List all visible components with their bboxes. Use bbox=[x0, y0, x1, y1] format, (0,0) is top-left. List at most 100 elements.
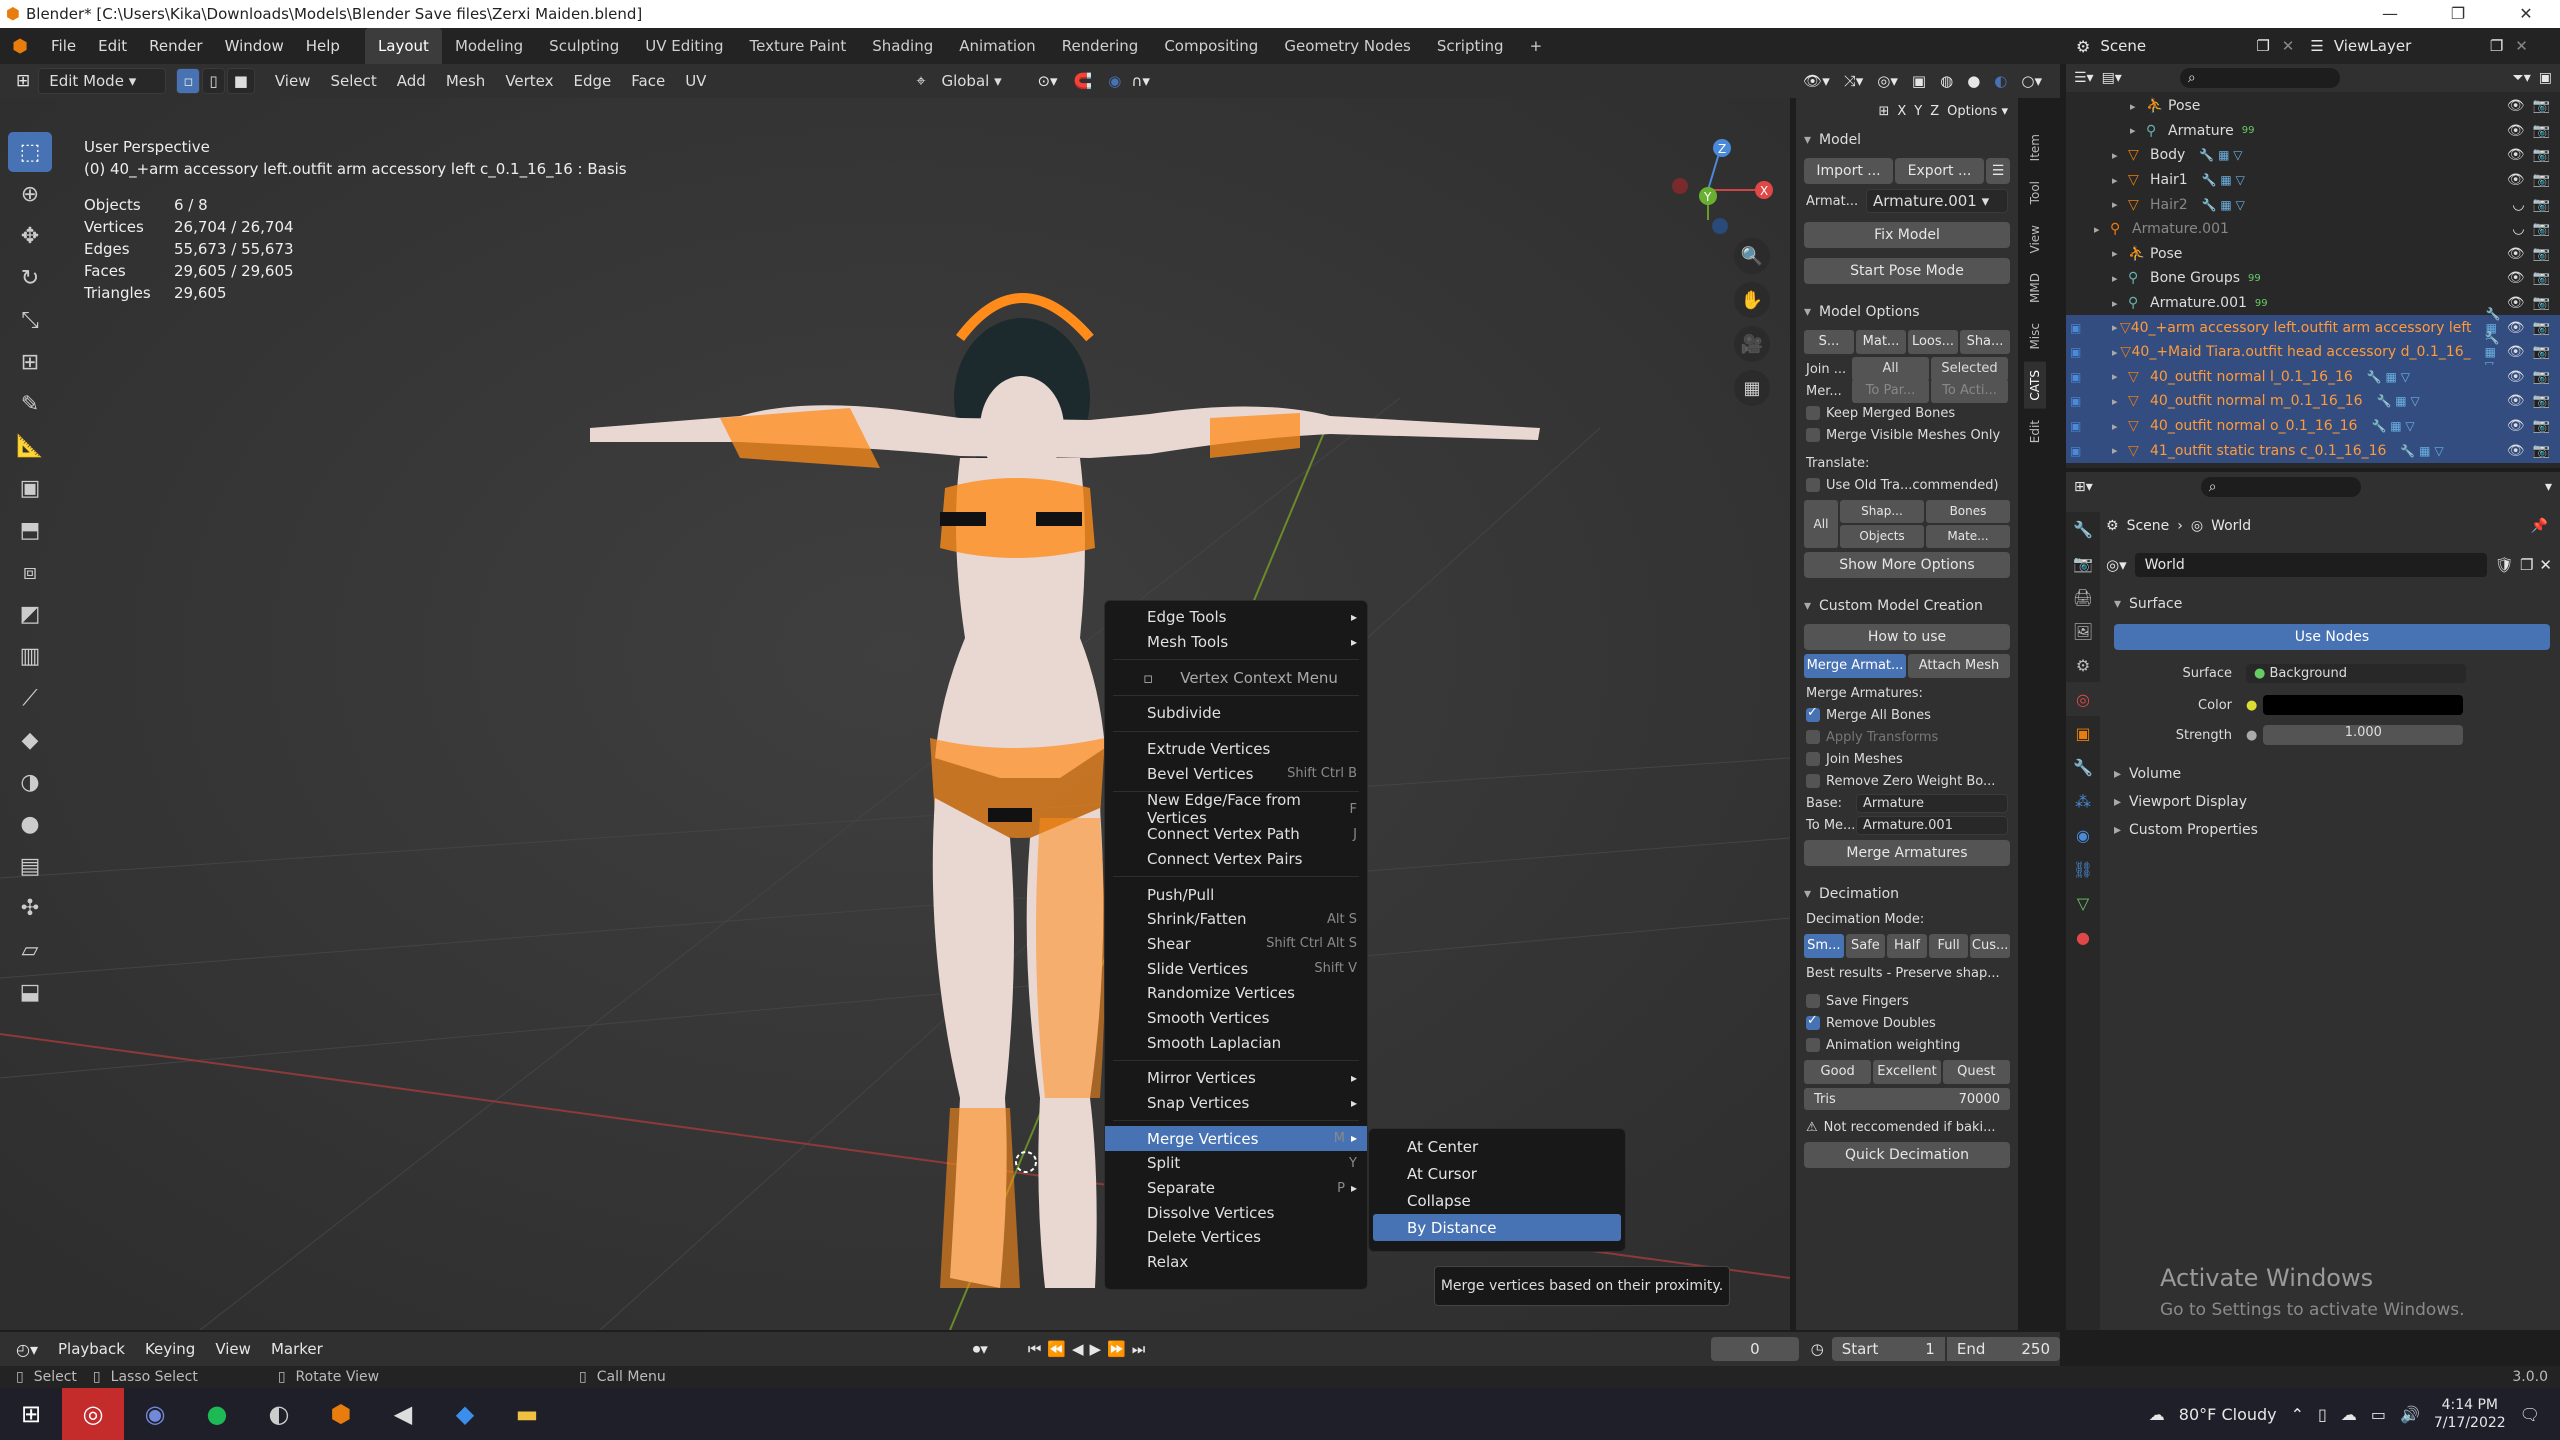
maximize-button[interactable]: ❐ bbox=[2424, 0, 2492, 28]
tab-sculpting[interactable]: Sculpting bbox=[536, 28, 632, 64]
menu-item-relax[interactable]: Relax bbox=[1105, 1250, 1367, 1275]
eye-icon[interactable]: 👁 bbox=[2507, 147, 2525, 163]
axis-x-toggle[interactable]: X bbox=[1897, 104, 1906, 119]
merge-collapse[interactable]: Collapse bbox=[1369, 1187, 1625, 1214]
snap-icon[interactable]: 🧲 bbox=[1074, 72, 1093, 90]
constraints-tab-icon[interactable]: ⛓ bbox=[2066, 852, 2100, 886]
clock-icon[interactable]: ◷ bbox=[1811, 1340, 1824, 1358]
outliner-row[interactable]: ▸ ▽ Hair1 🔧 ▦ ▽ 👁 📷 bbox=[2066, 168, 2560, 193]
edge-slide-icon[interactable]: ▤ bbox=[8, 846, 52, 886]
expand-arrow-icon[interactable]: ▸ bbox=[2112, 247, 2128, 260]
apply-transforms-checkbox[interactable]: Apply Transforms bbox=[1796, 726, 2018, 748]
smooth-icon[interactable]: ● bbox=[8, 804, 52, 844]
tab-compositing[interactable]: Compositing bbox=[1151, 28, 1271, 64]
menu-item-slide-vertices[interactable]: Slide Vertices Shift V bbox=[1105, 956, 1367, 981]
viewport-menu-select[interactable]: Select bbox=[320, 72, 386, 90]
eye-icon[interactable]: 👁 bbox=[2507, 320, 2525, 336]
axis-z-toggle[interactable]: Z bbox=[1930, 104, 1939, 119]
duplicate-icon[interactable]: ❐ bbox=[2520, 556, 2533, 574]
eye-icon[interactable]: 👁 bbox=[2507, 418, 2525, 434]
menu-edit[interactable]: Edit bbox=[87, 28, 138, 64]
save-fingers-checkbox[interactable]: Save Fingers bbox=[1796, 990, 2018, 1012]
camera-render-icon[interactable]: 📷 bbox=[2533, 123, 2550, 139]
scale-icon[interactable]: ⤡ bbox=[8, 300, 52, 340]
cursor-icon[interactable]: ⊕ bbox=[8, 174, 52, 214]
options-dropdown[interactable]: Options ▾ bbox=[1947, 104, 2008, 119]
expand-arrow-icon[interactable]: ▸ bbox=[2130, 100, 2146, 113]
output-tab-icon[interactable]: 🖨 bbox=[2066, 580, 2100, 614]
camera-render-icon[interactable]: 📷 bbox=[2533, 295, 2550, 311]
sidebar-tab-cats[interactable]: CATS bbox=[2024, 361, 2046, 409]
rotate-icon[interactable]: ↻ bbox=[8, 258, 52, 298]
viewlayer-icon[interactable]: ☰ bbox=[2300, 37, 2333, 55]
discord-icon[interactable]: ◉ bbox=[124, 1388, 186, 1440]
merge-visible-meshes[interactable]: Merge Visible Meshes Only bbox=[1796, 424, 2018, 446]
tab-layout[interactable]: Layout bbox=[364, 28, 442, 64]
model-option-button[interactable]: S... bbox=[1804, 330, 1854, 354]
sidebar-tab-view[interactable]: View bbox=[2024, 217, 2046, 261]
eye-icon[interactable]: 👁 bbox=[2507, 98, 2525, 114]
expand-arrow-icon[interactable]: ▸ bbox=[2112, 420, 2128, 433]
to-merge-dropdown[interactable]: Armature.001 bbox=[1856, 815, 2008, 835]
camera-render-icon[interactable]: 📷 bbox=[2533, 270, 2550, 286]
material-shading-icon[interactable]: ◐ bbox=[1994, 72, 2007, 90]
mode-dropdown[interactable]: Edit Mode ▾ bbox=[38, 68, 167, 94]
tab-modeling[interactable]: Modeling bbox=[442, 28, 536, 64]
data-tab-icon[interactable]: ▽ bbox=[2066, 886, 2100, 920]
eye-icon[interactable]: 👁 bbox=[2507, 123, 2525, 139]
eye-icon[interactable]: 👁 bbox=[2507, 369, 2525, 385]
bevel-icon[interactable]: ◩ bbox=[8, 594, 52, 634]
world-tab-icon[interactable]: ◎ bbox=[2066, 682, 2100, 716]
menu-item-new-edge-face-from-vertices[interactable]: New Edge/Face from Vertices F bbox=[1105, 791, 1367, 827]
translate-all-button[interactable]: All bbox=[1804, 500, 1838, 548]
scene-new-icon[interactable]: ❐ bbox=[2250, 37, 2275, 55]
armature-dropdown[interactable]: Armature.001 ▾ bbox=[1866, 189, 2008, 213]
decimation-quality-button[interactable]: Good bbox=[1804, 1060, 1872, 1084]
sidebar-tab-tool[interactable]: Tool bbox=[2024, 173, 2046, 212]
ortho-grid-icon[interactable]: ▦ bbox=[1734, 370, 1770, 406]
menu-item-randomize-vertices[interactable]: Randomize Vertices bbox=[1105, 981, 1367, 1006]
windows-start-icon[interactable]: ⊞ bbox=[0, 1388, 62, 1440]
merge-at-cursor[interactable]: At Cursor bbox=[1369, 1160, 1625, 1187]
tool-tab-icon[interactable]: 🔧 bbox=[2066, 512, 2100, 546]
viewlayer-new-icon[interactable]: ❐ bbox=[2484, 37, 2509, 55]
expand-arrow-icon[interactable]: ▸ bbox=[2112, 370, 2128, 383]
prop-section-custom-properties[interactable]: ▸ Custom Properties bbox=[2106, 816, 2560, 844]
network-icon[interactable]: ▭ bbox=[2371, 1405, 2386, 1424]
menu-item-push-pull[interactable]: Push/Pull bbox=[1105, 882, 1367, 907]
viewport-extra-icon[interactable]: ⊞ bbox=[1878, 104, 1889, 119]
translate-objects-button[interactable]: Objects bbox=[1840, 525, 1924, 548]
outliner-row[interactable]: ▸ ⛹ Pose 👁 📷 bbox=[2066, 242, 2560, 267]
inset-icon[interactable]: ⧈ bbox=[8, 552, 52, 592]
menu-item-edge-tools[interactable]: Edge Tools ▸ bbox=[1105, 605, 1367, 630]
menu-item-shrink-fatten[interactable]: Shrink/Fatten Alt S bbox=[1105, 907, 1367, 932]
expand-arrow-icon[interactable]: ▸ bbox=[2112, 395, 2128, 408]
axis-y-toggle[interactable]: Y bbox=[1914, 104, 1922, 119]
eye-icon[interactable]: 👁 bbox=[2507, 246, 2525, 262]
import-button[interactable]: Import ... bbox=[1804, 158, 1893, 184]
attach-mesh-tab[interactable]: Attach Mesh bbox=[1908, 654, 2010, 678]
vscode-icon[interactable]: ◆ bbox=[434, 1388, 496, 1440]
outliner-row[interactable]: ▣ ▸ ▽ 40_outfit normal l_0.1_16_16 🔧 ▦ ▽ 👁 📷 bbox=[2066, 364, 2560, 390]
weather-cloud-icon[interactable]: ☁ bbox=[2149, 1405, 2165, 1424]
spin-icon[interactable]: ◑ bbox=[8, 762, 52, 802]
outliner-row[interactable]: ▣ ▸ ▽ 40_outfit normal m_0.1_16_16 🔧 ▦ ▽ 👁 📷 bbox=[2066, 389, 2560, 414]
model-section-header[interactable]: ▾ Model bbox=[1796, 126, 2018, 154]
outliner-row[interactable]: ▸ ⛹ Pose 👁 📷 bbox=[2066, 94, 2560, 119]
weather-text[interactable]: 80°F Cloudy bbox=[2179, 1405, 2277, 1424]
decimation-header[interactable]: ▾ Decimation bbox=[1796, 880, 2018, 908]
timeline-menu-marker[interactable]: Marker bbox=[261, 1340, 333, 1358]
expand-arrow-icon[interactable]: ▸ bbox=[2112, 297, 2128, 310]
surface-panel-header[interactable]: ▾ Surface bbox=[2106, 590, 2560, 618]
modifier-tab-icon[interactable]: 🔧 bbox=[2066, 750, 2100, 784]
viewport-menu-add[interactable]: Add bbox=[387, 72, 436, 90]
xray-icon[interactable]: ▣ bbox=[1912, 72, 1926, 90]
viewlayer-name[interactable]: ViewLayer bbox=[2334, 37, 2484, 55]
join-meshes-checkbox[interactable]: Join Meshes bbox=[1796, 748, 2018, 770]
merge-to-parent-button[interactable]: To Par... bbox=[1852, 379, 1929, 403]
camera-render-icon[interactable]: 📷 bbox=[2533, 246, 2550, 262]
object-tab-icon[interactable]: ▣ bbox=[2066, 716, 2100, 750]
pin-icon[interactable]: 📌 bbox=[2531, 518, 2548, 534]
menu-item-snap-vertices[interactable]: Snap Vertices ▸ bbox=[1105, 1091, 1367, 1116]
pan-hand-icon[interactable]: ✋ bbox=[1734, 282, 1770, 318]
